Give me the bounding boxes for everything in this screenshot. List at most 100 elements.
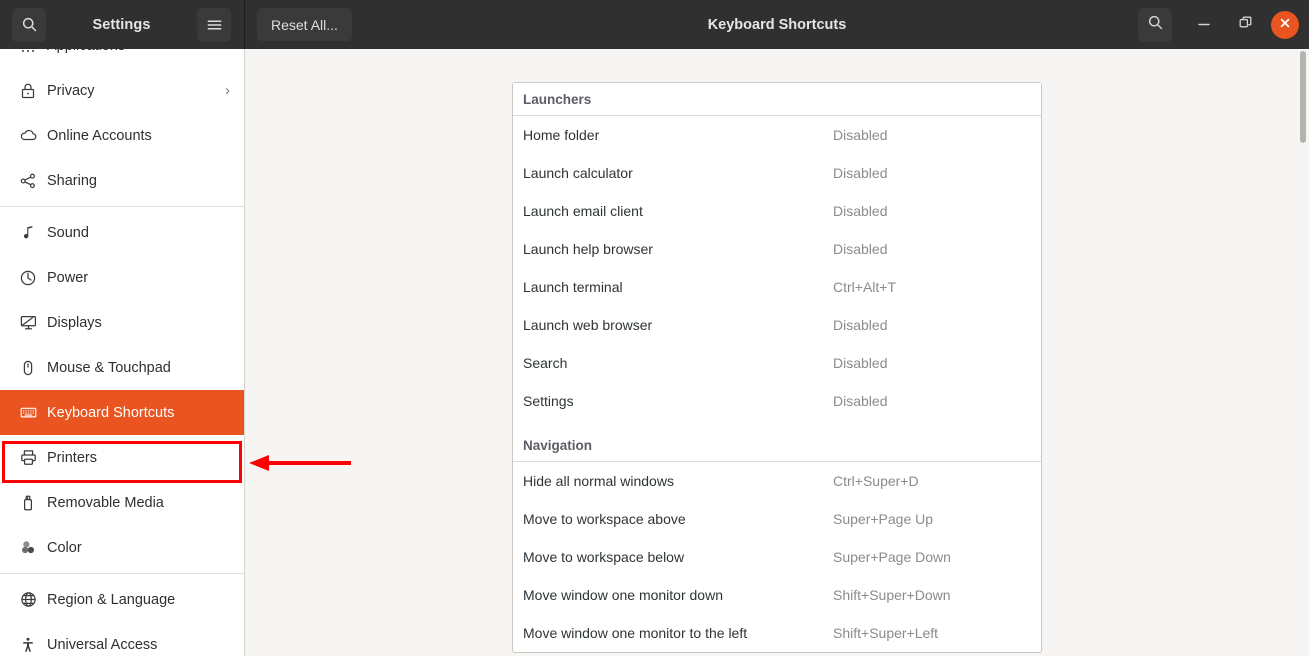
search-icon	[21, 16, 38, 33]
shortcut-accelerator: Shift+Super+Down	[833, 587, 951, 603]
shortcut-row[interactable]: Launch email client Disabled	[513, 192, 1041, 230]
sidebar-item-region-language[interactable]: Region & Language	[0, 577, 244, 622]
sidebar-separator	[0, 206, 244, 207]
shortcut-accelerator: Ctrl+Super+D	[833, 473, 919, 489]
search-button[interactable]	[12, 7, 46, 42]
shortcuts-panel: Launchers Home folder Disabled Launch calcu…	[512, 82, 1042, 653]
sidebar-item-label: Mouse & Touchpad	[47, 359, 171, 376]
cloud-icon	[17, 125, 39, 147]
sidebar-list: Applications›Privacy›Online AccountsShar…	[0, 49, 244, 656]
shortcut-accelerator: Super+Page Down	[833, 549, 951, 565]
minimize-icon	[1197, 15, 1211, 34]
close-icon	[1279, 16, 1291, 34]
shortcut-accelerator: Disabled	[833, 317, 888, 333]
shortcut-row[interactable]: Search Disabled	[513, 344, 1041, 382]
sidebar-item-online-accounts[interactable]: Online Accounts	[0, 113, 244, 158]
sidebar-item-displays[interactable]: Displays	[0, 300, 244, 345]
sidebar-item-label: Universal Access	[47, 636, 158, 653]
sidebar-item-mouse-touchpad[interactable]: Mouse & Touchpad	[0, 345, 244, 390]
section-header-navigation: Navigation	[513, 429, 1041, 462]
maximize-icon	[1238, 15, 1253, 35]
shortcut-name: Hide all normal windows	[523, 473, 674, 489]
sidebar-item-label: Privacy	[47, 82, 95, 99]
printer-icon	[17, 447, 39, 469]
reset-all-button[interactable]: Reset All...	[257, 8, 352, 41]
music-note-icon	[17, 222, 39, 244]
sidebar-item-removable-media[interactable]: Removable Media	[0, 480, 244, 525]
shortcut-name: Move window one monitor to the left	[523, 625, 748, 641]
shortcut-row[interactable]: Move to workspace above Super+Page Up	[513, 500, 1041, 538]
shortcut-name: Search	[523, 355, 568, 371]
section-header-launchers: Launchers	[513, 83, 1041, 116]
shortcut-name: Move window one monitor down	[523, 587, 723, 603]
usb-drive-icon	[17, 492, 39, 514]
shortcut-accelerator: Disabled	[833, 165, 888, 181]
sidebar-item-label: Applications	[47, 49, 225, 54]
content-header: Keyboard Shortcuts Reset All...	[245, 0, 1309, 49]
mouse-icon	[17, 357, 39, 379]
main-menu-button[interactable]	[197, 7, 231, 42]
shortcut-name: Move to workspace above	[523, 511, 686, 527]
sidebar-item-label: Printers	[47, 449, 97, 466]
shortcut-row[interactable]: Hide all normal windows Ctrl+Super+D	[513, 462, 1041, 500]
settings-sidebar[interactable]: Applications›Privacy›Online AccountsShar…	[0, 49, 245, 656]
shortcut-accelerator: Disabled	[833, 127, 888, 143]
shortcut-row[interactable]: Launch web browser Disabled	[513, 306, 1041, 344]
header-bar: Settings Keyboard Shortcuts Reset All...	[0, 0, 1309, 49]
scrollbar-thumb[interactable]	[1300, 51, 1306, 143]
shortcut-row[interactable]: Launch calculator Disabled	[513, 154, 1041, 192]
sidebar-item-universal-access[interactable]: Universal Access	[0, 622, 244, 656]
hamburger-menu-icon	[206, 18, 223, 32]
color-circles-icon	[17, 537, 39, 559]
sidebar-item-label: Removable Media	[47, 494, 164, 511]
lock-icon	[17, 80, 39, 102]
sidebar-item-label: Power	[47, 269, 89, 286]
window-controls	[1138, 7, 1299, 42]
sidebar-item-color[interactable]: Color	[0, 525, 244, 570]
sidebar-title: Settings	[92, 16, 151, 33]
shortcut-name: Launch web browser	[523, 317, 653, 333]
sidebar-item-printers[interactable]: Printers	[0, 435, 244, 480]
shortcut-row[interactable]: Home folder Disabled	[513, 116, 1041, 154]
shortcut-row[interactable]: Move to workspace below Super+Page Down	[513, 538, 1041, 576]
sidebar-item-applications[interactable]: Applications›	[0, 49, 244, 68]
shortcut-name: Launch terminal	[523, 279, 623, 295]
shortcuts-content: Launchers Home folder Disabled Launch calcu…	[245, 49, 1309, 656]
vertical-scrollbar[interactable]	[1300, 51, 1306, 656]
shortcut-name: Launch email client	[523, 203, 643, 219]
sidebar-item-label: Color	[47, 539, 82, 556]
sidebar-item-sharing[interactable]: Sharing	[0, 158, 244, 203]
globe-icon	[17, 589, 39, 611]
maximize-button[interactable]	[1230, 10, 1260, 40]
sidebar-item-label: Region & Language	[47, 591, 176, 608]
close-button[interactable]	[1271, 10, 1299, 39]
shortcut-accelerator: Disabled	[833, 355, 888, 371]
sidebar-item-sound[interactable]: Sound	[0, 210, 244, 255]
shortcut-row[interactable]: Move window one monitor down Shift+Super+…	[513, 576, 1041, 614]
shortcut-name: Launch help browser	[523, 241, 653, 257]
shortcut-row[interactable]: Move window one monitor to the left Shift…	[513, 614, 1041, 652]
shortcut-accelerator: Ctrl+Alt+T	[833, 279, 897, 295]
shortcut-name: Settings	[523, 393, 574, 409]
grid-apps-icon	[17, 49, 39, 57]
shortcut-row[interactable]: Launch help browser Disabled	[513, 230, 1041, 268]
sidebar-header: Settings	[0, 0, 245, 49]
search-icon	[1147, 14, 1164, 36]
sidebar-item-privacy[interactable]: Privacy ›	[0, 68, 244, 113]
content-search-button[interactable]	[1138, 7, 1172, 42]
minimize-button[interactable]	[1189, 10, 1219, 40]
share-nodes-icon	[17, 170, 39, 192]
shortcut-name: Home folder	[523, 127, 600, 143]
sidebar-item-keyboard-shortcuts[interactable]: Keyboard Shortcuts	[0, 390, 244, 435]
chevron-right-icon: ›	[225, 49, 230, 53]
shortcut-name: Move to workspace below	[523, 549, 685, 565]
monitor-icon	[17, 312, 39, 334]
sidebar-item-label: Sharing	[47, 172, 97, 189]
accessibility-person-icon	[17, 634, 39, 656]
sidebar-item-label: Online Accounts	[47, 127, 152, 144]
shortcut-row[interactable]: Settings Disabled	[513, 382, 1041, 420]
chevron-right-icon: ›	[225, 82, 230, 99]
shortcut-row[interactable]: Launch terminal Ctrl+Alt+T	[513, 268, 1041, 306]
sidebar-item-label: Displays	[47, 314, 102, 331]
sidebar-item-power[interactable]: Power	[0, 255, 244, 300]
